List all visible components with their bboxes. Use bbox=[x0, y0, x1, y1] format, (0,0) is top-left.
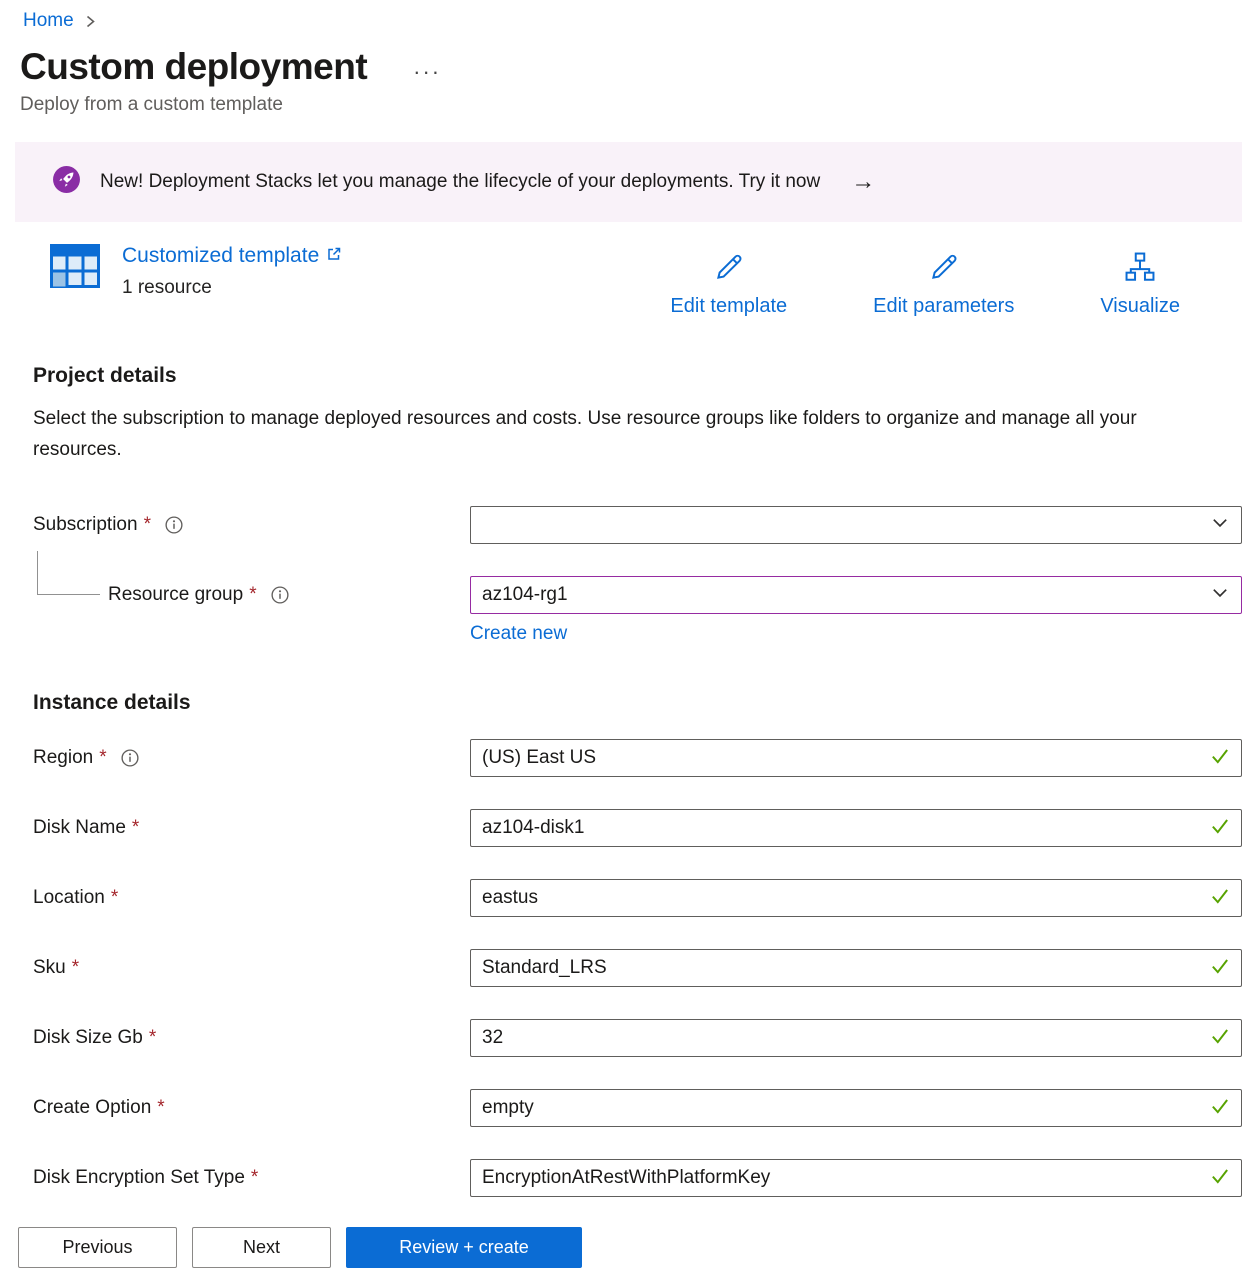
info-icon[interactable] bbox=[271, 586, 289, 604]
required-asterisk: * bbox=[149, 1027, 156, 1049]
required-asterisk: * bbox=[157, 1097, 164, 1119]
required-asterisk: * bbox=[251, 1167, 258, 1189]
title-row: Custom deployment ··· bbox=[20, 46, 1242, 88]
subscription-select[interactable] bbox=[470, 506, 1242, 544]
region-input[interactable] bbox=[470, 739, 1242, 777]
disk-size-gb-input[interactable] bbox=[470, 1019, 1242, 1057]
template-actions: Edit template Edit parameters bbox=[670, 250, 1242, 318]
create-new-row: Create new bbox=[20, 623, 1242, 645]
rocket-icon bbox=[52, 165, 81, 199]
required-asterisk: * bbox=[132, 817, 139, 839]
template-icon bbox=[50, 244, 100, 299]
previous-button[interactable]: Previous bbox=[18, 1227, 177, 1268]
disk-name-input[interactable] bbox=[470, 809, 1242, 847]
more-options-button[interactable]: ··· bbox=[413, 61, 441, 83]
customized-template-link[interactable]: Customized template bbox=[122, 244, 342, 268]
footer-bar: Previous Next Review + create bbox=[0, 1214, 1253, 1280]
arrow-right-icon[interactable]: → bbox=[851, 168, 875, 196]
field-label: Sku* bbox=[33, 957, 470, 979]
template-row: Customized template 1 resource bbox=[20, 244, 1242, 318]
resource-count: 1 resource bbox=[122, 277, 342, 299]
disk-encryption-set-type-row: Disk Encryption Set Type* bbox=[20, 1159, 1242, 1197]
field-label: Disk Size Gb* bbox=[33, 1027, 470, 1049]
tree-connector bbox=[37, 551, 100, 595]
banner-message: New! Deployment Stacks let you manage th… bbox=[100, 171, 820, 193]
location-row: Location* bbox=[20, 879, 1242, 917]
field-label: Region* bbox=[33, 747, 470, 769]
disk-name-row: Disk Name* bbox=[20, 809, 1242, 847]
create-option-input[interactable] bbox=[470, 1089, 1242, 1127]
visualize-button[interactable]: Visualize bbox=[1100, 250, 1180, 318]
page-content: Home Custom deployment ··· Deploy from a… bbox=[0, 0, 1253, 1197]
disk-encryption-set-type-input[interactable] bbox=[470, 1159, 1242, 1197]
field-label: Location* bbox=[33, 887, 470, 909]
required-asterisk: * bbox=[72, 957, 79, 979]
pencil-icon bbox=[927, 250, 961, 290]
sku-input[interactable] bbox=[470, 949, 1242, 987]
instance-details-heading: Instance details bbox=[20, 691, 1242, 715]
project-details-heading: Project details bbox=[20, 364, 1242, 388]
info-icon[interactable] bbox=[121, 749, 139, 767]
template-card: Customized template 1 resource bbox=[50, 244, 342, 299]
edit-template-button[interactable]: Edit template bbox=[670, 250, 787, 318]
required-asterisk: * bbox=[249, 584, 256, 606]
page-title: Custom deployment bbox=[20, 46, 367, 88]
next-button[interactable]: Next bbox=[192, 1227, 331, 1268]
required-asterisk: * bbox=[111, 887, 118, 909]
review-create-button[interactable]: Review + create bbox=[346, 1227, 582, 1268]
external-link-icon bbox=[326, 244, 342, 268]
resource-group-row: Resource group* az104-rg1 bbox=[20, 576, 1242, 614]
subscription-row: Subscription* bbox=[20, 506, 1242, 544]
chevron-right-icon bbox=[84, 14, 97, 29]
field-label: Disk Name* bbox=[33, 817, 470, 839]
breadcrumb-home-link[interactable]: Home bbox=[23, 10, 74, 32]
project-details-description: Select the subscription to manage deploy… bbox=[20, 403, 1180, 466]
field-label: Disk Encryption Set Type* bbox=[33, 1167, 470, 1189]
field-label: Create Option* bbox=[33, 1097, 470, 1119]
visualize-icon bbox=[1123, 250, 1157, 290]
edit-parameters-button[interactable]: Edit parameters bbox=[873, 250, 1014, 318]
pencil-icon bbox=[712, 250, 746, 290]
info-icon[interactable] bbox=[165, 516, 183, 534]
location-input[interactable] bbox=[470, 879, 1242, 917]
resource-group-select[interactable]: az104-rg1 bbox=[470, 576, 1242, 614]
disk-size-gb-row: Disk Size Gb* bbox=[20, 1019, 1242, 1057]
create-new-link[interactable]: Create new bbox=[470, 623, 567, 644]
deployment-stacks-banner[interactable]: New! Deployment Stacks let you manage th… bbox=[15, 142, 1242, 222]
sku-row: Sku* bbox=[20, 949, 1242, 987]
required-asterisk: * bbox=[144, 514, 151, 536]
create-option-row: Create Option* bbox=[20, 1089, 1242, 1127]
required-asterisk: * bbox=[99, 747, 106, 769]
field-label: Subscription* bbox=[33, 514, 470, 536]
breadcrumb: Home bbox=[20, 10, 1242, 32]
page-subtitle: Deploy from a custom template bbox=[20, 94, 1242, 116]
region-row: Region* bbox=[20, 739, 1242, 777]
